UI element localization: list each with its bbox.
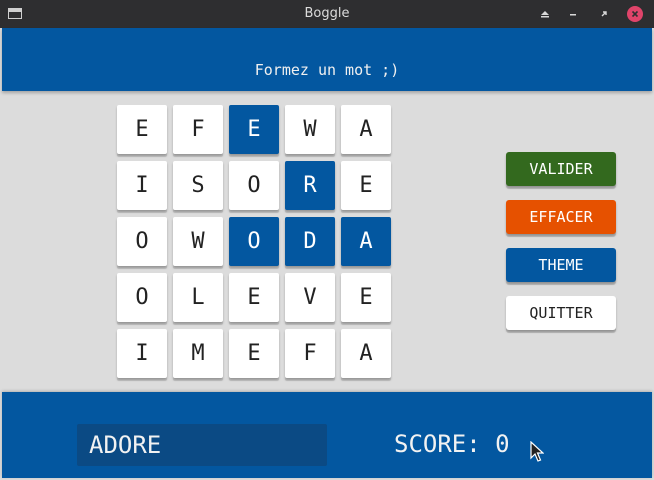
letter-tile[interactable]: F xyxy=(173,105,223,154)
quitter-button[interactable]: QUITTER xyxy=(506,296,616,330)
header-banner: Formez un mot ;) xyxy=(2,28,652,91)
letter-tile[interactable]: V xyxy=(285,273,335,322)
letter-tile[interactable]: E xyxy=(341,273,391,322)
letter-tile[interactable]: D xyxy=(285,217,335,266)
letter-grid: EFEWAISOREOWODAOLEVEIMEFA xyxy=(117,105,392,383)
letter-tile[interactable]: I xyxy=(117,329,167,378)
valider-button[interactable]: VALIDER xyxy=(506,152,616,186)
letter-tile[interactable]: E xyxy=(229,329,279,378)
letter-tile[interactable]: S xyxy=(173,161,223,210)
letter-tile[interactable]: W xyxy=(173,217,223,266)
letter-tile[interactable]: E xyxy=(229,105,279,154)
letter-tile[interactable]: L xyxy=(173,273,223,322)
footer-bar: ADORE SCORE: 0 xyxy=(2,392,652,478)
current-word-field: ADORE xyxy=(77,424,327,466)
boggle-window: Boggle Formez un mot ;) EFEWAISOREOWODAO… xyxy=(0,0,654,480)
letter-tile[interactable]: O xyxy=(117,273,167,322)
letter-tile[interactable]: O xyxy=(229,161,279,210)
instruction-text: Formez un mot ;) xyxy=(254,61,400,79)
title-bar[interactable]: Boggle xyxy=(0,0,654,28)
letter-tile[interactable]: O xyxy=(229,217,279,266)
score-display: SCORE: 0 xyxy=(394,430,510,458)
score-value: 0 xyxy=(495,430,510,458)
mouse-pointer-icon xyxy=(530,440,545,467)
letter-tile[interactable]: E xyxy=(341,161,391,210)
effacer-button[interactable]: EFFACER xyxy=(506,200,616,234)
minimize-icon[interactable] xyxy=(565,6,581,22)
close-icon[interactable] xyxy=(627,6,643,22)
letter-tile[interactable]: A xyxy=(341,329,391,378)
letter-tile[interactable]: F xyxy=(285,329,335,378)
letter-tile[interactable]: R xyxy=(285,161,335,210)
shade-icon[interactable] xyxy=(537,6,553,22)
letter-tile[interactable]: A xyxy=(341,105,391,154)
theme-button[interactable]: THEME xyxy=(506,248,616,282)
restore-icon[interactable] xyxy=(596,6,612,22)
letter-tile[interactable]: M xyxy=(173,329,223,378)
score-label: SCORE: xyxy=(394,430,481,458)
letter-tile[interactable]: E xyxy=(229,273,279,322)
letter-tile[interactable]: A xyxy=(341,217,391,266)
window-title: Boggle xyxy=(304,6,350,21)
letter-tile[interactable]: E xyxy=(117,105,167,154)
letter-tile[interactable]: O xyxy=(117,217,167,266)
letter-tile[interactable]: I xyxy=(117,161,167,210)
letter-tile[interactable]: W xyxy=(285,105,335,154)
